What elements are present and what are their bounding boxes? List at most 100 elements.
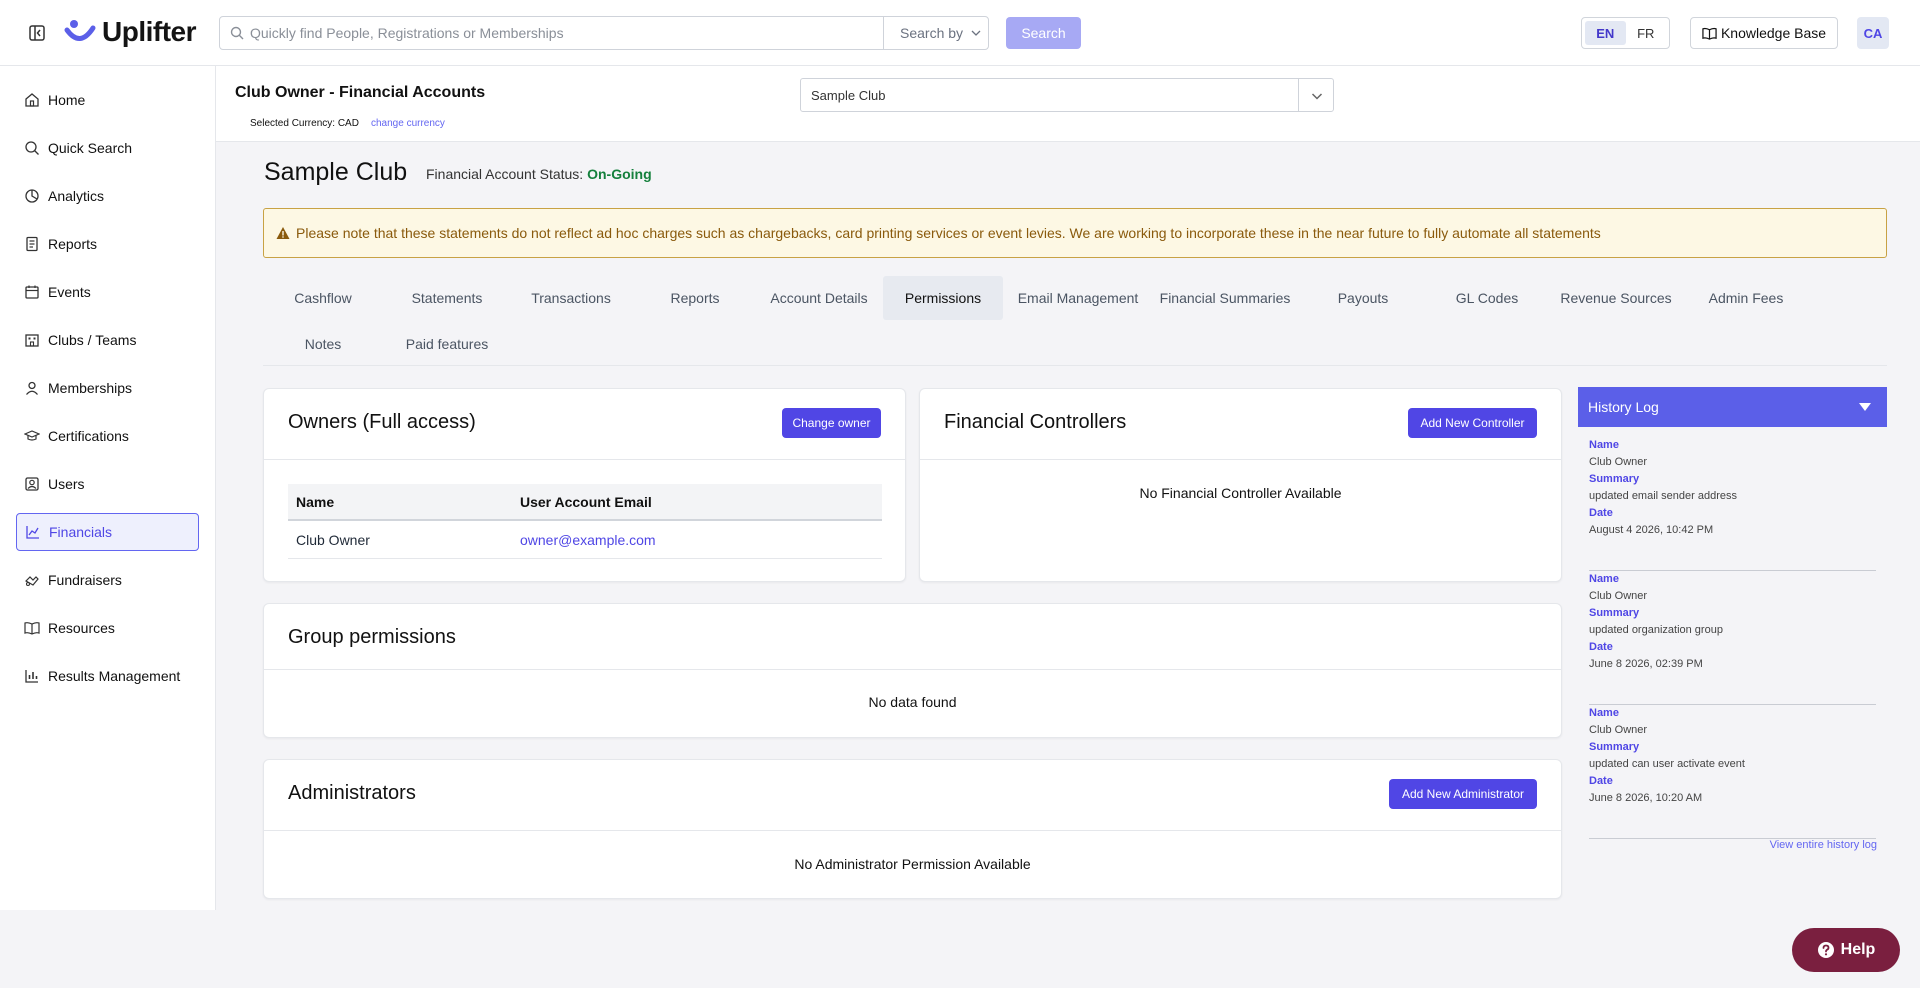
- sidebar-toggle-icon[interactable]: [28, 24, 46, 42]
- tab-statements[interactable]: Statements: [387, 276, 507, 320]
- history-log-body: Name Club Owner Summary updated email se…: [1578, 427, 1887, 868]
- tab-financial-summaries[interactable]: Financial Summaries: [1154, 276, 1296, 320]
- sidebar-item-label: Fundraisers: [48, 572, 122, 588]
- avatar[interactable]: CA: [1857, 17, 1889, 49]
- history-summary-value: updated organization group: [1589, 624, 1723, 636]
- administrators-card: Administrators Add New Administrator No …: [263, 759, 1562, 899]
- status-label: Financial Account Status:: [426, 166, 584, 182]
- page-header: Club Owner - Financial Accounts Selected…: [216, 66, 1920, 142]
- sidebar-item-clubs-teams[interactable]: Clubs / Teams: [16, 321, 199, 359]
- change-currency-link[interactable]: change currency: [371, 118, 445, 129]
- tabs-divider: [263, 365, 1887, 366]
- logo[interactable]: Uplifter: [64, 14, 197, 50]
- history-summary-label: Summary: [1589, 473, 1640, 485]
- sidebar-item-label: Certifications: [48, 428, 129, 444]
- administrators-empty-message: No Administrator Permission Available: [794, 856, 1031, 872]
- history-entry: Name Club Owner Summary updated organiza…: [1589, 571, 1876, 705]
- owners-title: Owners (Full access): [288, 411, 476, 433]
- sidebar-item-label: Users: [48, 476, 85, 492]
- tab-reports[interactable]: Reports: [640, 276, 750, 320]
- column-header-name: Name: [296, 493, 335, 510]
- view-history-log-link[interactable]: View entire history log: [1770, 839, 1877, 851]
- history-date-label: Date: [1589, 641, 1613, 653]
- add-new-controller-button[interactable]: Add New Controller: [1408, 408, 1537, 438]
- add-new-administrator-button[interactable]: Add New Administrator: [1389, 779, 1537, 809]
- analytics-icon: [25, 189, 39, 203]
- group-permissions-card: Group permissions No data found: [263, 603, 1562, 738]
- lang-en-button[interactable]: EN: [1585, 21, 1626, 45]
- history-log-header[interactable]: History Log: [1578, 387, 1887, 427]
- history-entry: Name Club Owner Summary updated can user…: [1589, 705, 1876, 839]
- selected-currency: Selected Currency: CAD: [250, 118, 359, 129]
- tab-admin-fees[interactable]: Admin Fees: [1686, 276, 1806, 320]
- logo-text: Uplifter: [102, 16, 197, 47]
- sidebar-item-label: Financials: [49, 524, 113, 540]
- search-button[interactable]: Search: [1006, 17, 1081, 49]
- global-search: [219, 16, 989, 50]
- sidebar-item-results-management[interactable]: Results Management: [16, 657, 199, 695]
- user-badge-icon: [26, 381, 38, 395]
- history-name-value: Club Owner: [1589, 590, 1648, 602]
- sidebar-item-quick-search[interactable]: Quick Search: [16, 129, 199, 167]
- search-by-dropdown[interactable]: Search by: [883, 17, 989, 49]
- tab-revenue-sources[interactable]: Revenue Sources: [1553, 276, 1679, 320]
- home-icon: [25, 93, 39, 107]
- tab-permissions[interactable]: Permissions: [883, 276, 1003, 320]
- sidebar-item-home[interactable]: Home: [16, 81, 199, 119]
- knowledge-base-label: Knowledge Base: [1720, 25, 1827, 41]
- book-open-icon: [1702, 27, 1717, 40]
- history-summary-value: updated can user activate event: [1589, 758, 1745, 770]
- administrators-title: Administrators: [288, 782, 416, 804]
- knowledge-base-button[interactable]: Knowledge Base: [1690, 17, 1838, 49]
- group-permissions-title: Group permissions: [288, 626, 456, 648]
- sidebar-item-memberships[interactable]: Memberships: [16, 369, 199, 407]
- tab-paid-features[interactable]: Paid features: [387, 322, 507, 366]
- sidebar-item-label: Clubs / Teams: [48, 332, 137, 348]
- card-divider: [264, 669, 1561, 670]
- controllers-title: Financial Controllers: [944, 411, 1127, 433]
- tab-gl-codes[interactable]: GL Codes: [1430, 276, 1544, 320]
- controllers-empty-message: No Financial Controller Available: [1139, 485, 1342, 501]
- user-icon: [25, 477, 39, 491]
- tab-transactions[interactable]: Transactions: [515, 276, 627, 320]
- owners-table-header: Name User Account Email: [288, 484, 882, 521]
- sidebar-item-reports[interactable]: Reports: [16, 225, 199, 263]
- tab-email-management[interactable]: Email Management: [1012, 276, 1144, 320]
- sidebar-item-label: Events: [48, 284, 91, 300]
- card-divider: [264, 830, 1561, 831]
- history-summary-label: Summary: [1589, 607, 1640, 619]
- help-label: Help: [1840, 941, 1876, 958]
- tab-payouts[interactable]: Payouts: [1306, 276, 1420, 320]
- sidebar-item-fundraisers[interactable]: Fundraisers: [16, 561, 199, 599]
- book-icon: [24, 622, 40, 635]
- caret-down-icon: [1859, 403, 1871, 411]
- tab-account-details[interactable]: Account Details: [763, 276, 875, 320]
- sidebar-item-label: Resources: [48, 620, 115, 636]
- help-button[interactable]: Help: [1792, 928, 1900, 972]
- sidebar: Home Quick Search Analytics Reports Even…: [0, 66, 216, 910]
- page-title: Club Owner - Financial Accounts: [235, 84, 486, 101]
- top-bar: Uplifter Search by Search EN FR Knowledg…: [0, 0, 1920, 66]
- tab-cashflow[interactable]: Cashflow: [270, 276, 376, 320]
- financial-controllers-card: Financial Controllers Add New Controller…: [919, 388, 1562, 582]
- search-icon: [25, 141, 39, 155]
- change-owner-button[interactable]: Change owner: [782, 408, 881, 438]
- history-name-label: Name: [1589, 707, 1619, 719]
- club-select[interactable]: Sample Club: [800, 78, 1334, 112]
- lang-fr-button[interactable]: FR: [1626, 21, 1667, 45]
- owner-email-link[interactable]: owner@example.com: [520, 521, 656, 558]
- sidebar-item-events[interactable]: Events: [16, 273, 199, 311]
- alert-text: Please note that these statements do not…: [296, 225, 1601, 241]
- search-input[interactable]: [250, 25, 988, 41]
- sidebar-item-resources[interactable]: Resources: [16, 609, 199, 647]
- chevron-down-icon: [1311, 93, 1323, 100]
- sidebar-item-certifications[interactable]: Certifications: [16, 417, 199, 455]
- sidebar-item-label: Memberships: [48, 380, 133, 396]
- sidebar-item-financials[interactable]: Financials: [16, 513, 199, 551]
- sidebar-item-analytics[interactable]: Analytics: [16, 177, 199, 215]
- sidebar-item-label: Quick Search: [48, 140, 133, 156]
- sidebar-item-users[interactable]: Users: [16, 465, 199, 503]
- history-date-label: Date: [1589, 507, 1613, 519]
- history-name-label: Name: [1589, 573, 1619, 585]
- tab-notes[interactable]: Notes: [270, 322, 376, 366]
